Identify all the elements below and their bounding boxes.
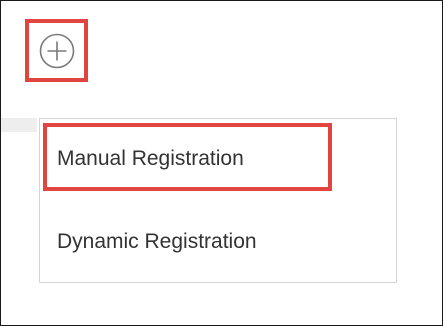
registration-dropdown-menu: Manual Registration Dynamic Registration: [39, 118, 397, 283]
add-button[interactable]: [38, 32, 76, 70]
menu-item-manual-registration[interactable]: Manual Registration: [57, 146, 244, 172]
menu-item-dynamic-registration[interactable]: Dynamic Registration: [57, 229, 257, 255]
plus-circle-icon: [39, 33, 75, 69]
background-strip: [1, 118, 37, 132]
